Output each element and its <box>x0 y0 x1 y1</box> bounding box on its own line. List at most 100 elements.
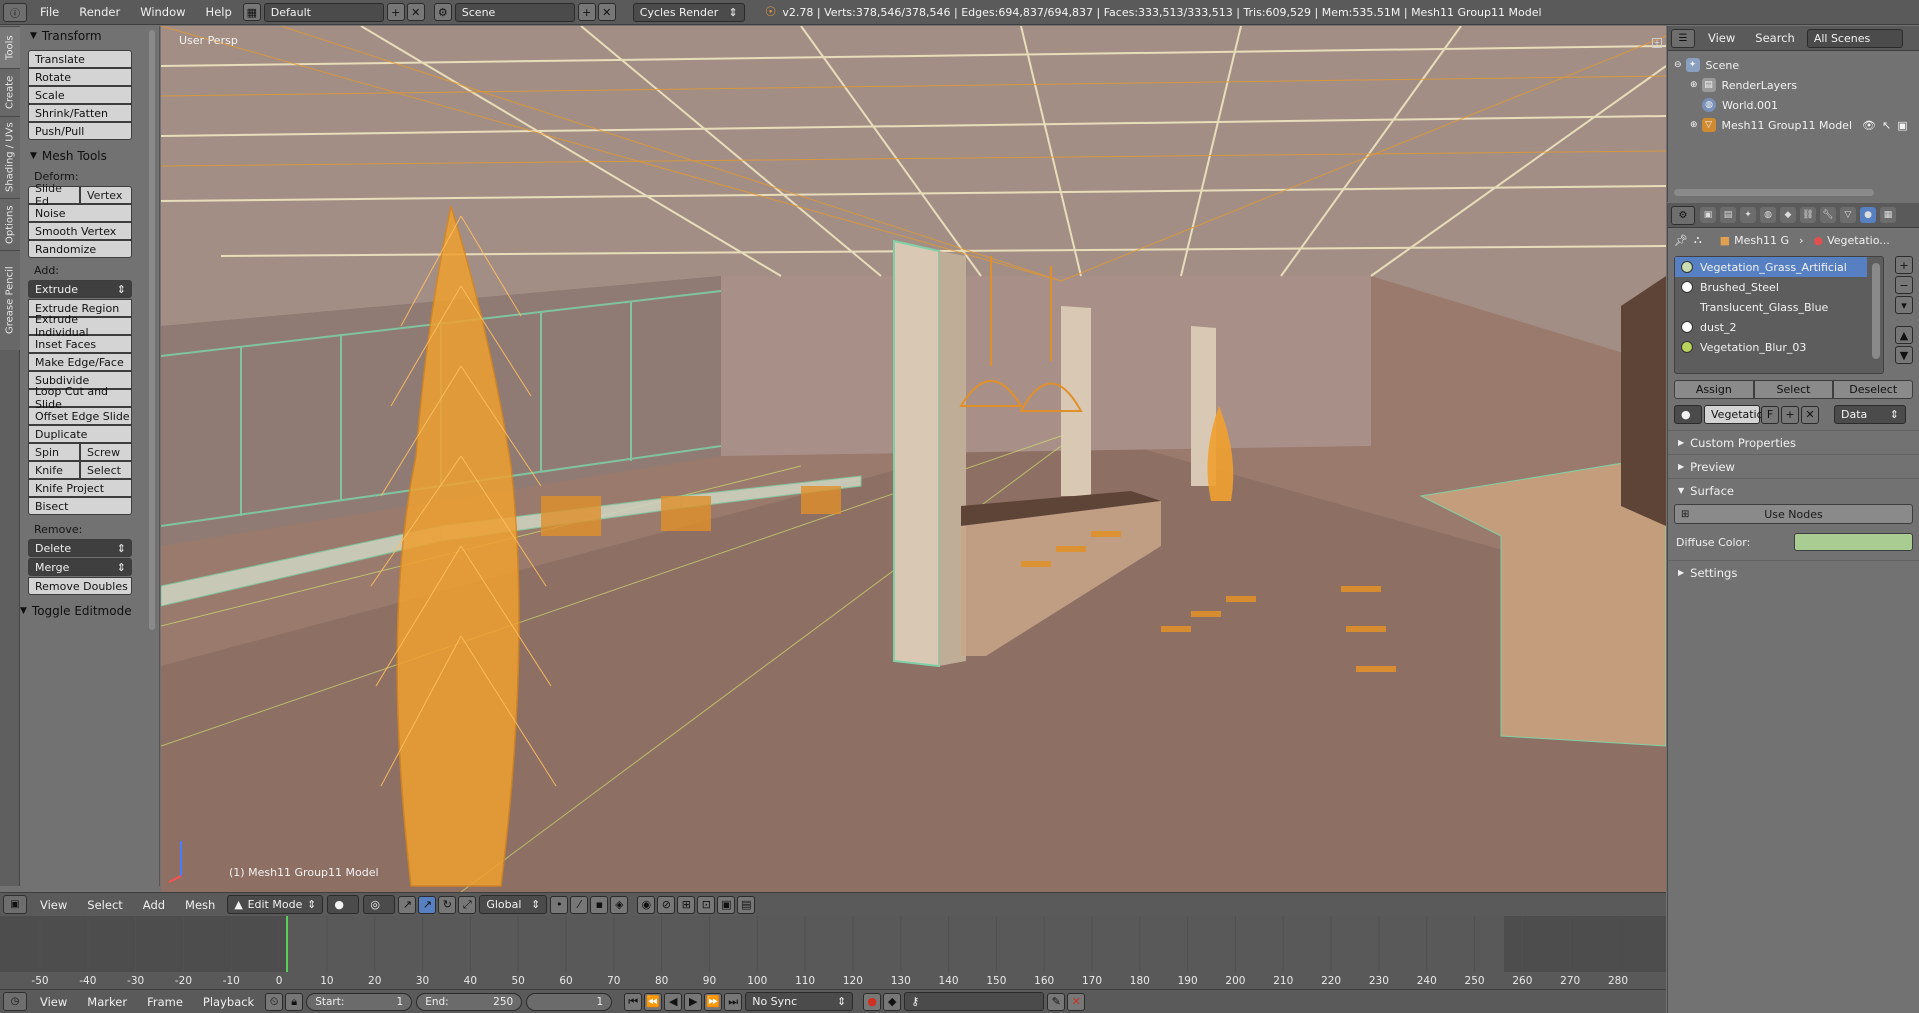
jump-keyframe-forward-icon[interactable]: ⏩ <box>704 992 723 1011</box>
toggle-editmode-panel-header[interactable]: ▼ Toggle Editmode <box>20 601 159 621</box>
render-engine-dropdown[interactable]: Cycles Render ⇕ <box>632 2 745 22</box>
menu-window[interactable]: Window <box>130 5 195 19</box>
assign-button[interactable]: Assign <box>1674 380 1754 399</box>
snap-target-icon[interactable]: ⊡ <box>697 895 716 914</box>
smooth-vertex-button[interactable]: Smooth Vertex <box>28 222 132 240</box>
opengl-render-icon[interactable]: ▣ <box>717 895 736 914</box>
tab-shading-uvs[interactable]: Shading / UVs <box>0 116 20 198</box>
outliner-item-world[interactable]: ◍ World.001 <box>1668 95 1919 115</box>
outliner-display-mode-dropdown[interactable]: All Scenes <box>1806 28 1903 48</box>
transform-panel-header[interactable]: ▼ Transform <box>20 26 159 46</box>
outliner-menu-search[interactable]: Search <box>1745 31 1805 45</box>
menu-file[interactable]: File <box>30 5 69 19</box>
snap-toggle-icon[interactable]: ⊘ <box>657 895 676 914</box>
outliner-item-mesh-object[interactable]: ⊕ ▽ Mesh11 Group11 Model 👁︎ ↖ ▣ <box>1668 115 1919 135</box>
add-material-slot-icon[interactable]: + <box>1895 256 1913 274</box>
layout-add-icon[interactable]: + <box>386 3 405 21</box>
settings-panel[interactable]: ▶ Settings <box>1668 560 1919 584</box>
outliner-menu-view[interactable]: View <box>1698 31 1745 45</box>
menu-timeline-view[interactable]: View <box>30 995 77 1009</box>
rotate-button[interactable]: Rotate <box>28 68 132 86</box>
record-keyframe-icon[interactable]: ● <box>863 992 882 1011</box>
remove-material-slot-icon[interactable]: − <box>1895 276 1913 294</box>
object-tab-icon[interactable]: ◆ <box>1780 207 1796 223</box>
slide-vertex-button[interactable]: Vertex <box>80 186 132 204</box>
insert-keyframe-icon[interactable]: ✎ <box>1047 992 1066 1011</box>
end-frame-field[interactable]: End: 250 <box>416 992 523 1011</box>
viewport-shading-dropdown[interactable]: ● <box>327 895 360 914</box>
material-slot-item[interactable]: Vegetation_Grass_Artificial <box>1675 257 1867 277</box>
bisect-button[interactable]: Bisect <box>28 497 132 515</box>
duplicate-button[interactable]: Duplicate <box>28 425 132 443</box>
data-tab-icon[interactable]: ▽ <box>1840 207 1856 223</box>
material-list-scrollbar[interactable] <box>1872 263 1880 359</box>
menu-view[interactable]: View <box>30 898 77 912</box>
custom-properties-panel[interactable]: ▶ Custom Properties <box>1668 430 1919 454</box>
renderability-camera-icon[interactable]: ▣ <box>1897 119 1907 132</box>
viewport-expand-icon[interactable]: + <box>1652 38 1662 48</box>
slide-edge-button[interactable]: Slide Ed <box>28 182 80 208</box>
editor-type-outliner-icon[interactable]: ☰ <box>1671 28 1695 48</box>
proportional-edit-icon[interactable]: ◉ <box>637 895 656 914</box>
extrude-dropdown[interactable]: Extrude ⇕ <box>28 280 132 298</box>
remove-doubles-button[interactable]: Remove Doubles <box>28 577 132 595</box>
manipulator-toggle-icon[interactable]: ↗ <box>398 895 417 914</box>
spin-button[interactable]: Spin <box>28 443 80 461</box>
preview-range-icon[interactable]: ⏲ <box>265 992 284 1011</box>
start-frame-field[interactable]: Start: 1 <box>306 992 413 1011</box>
fake-user-button[interactable]: F <box>1761 405 1779 424</box>
outliner-item-renderlayers[interactable]: ⊕ ▤ RenderLayers <box>1668 75 1919 95</box>
make-edge-face-button[interactable]: Make Edge/Face <box>28 353 132 371</box>
rotate-manipulator-icon[interactable]: ↻ <box>438 895 457 914</box>
surface-panel[interactable]: ▼ Surface <box>1668 478 1919 502</box>
extrude-individual-button[interactable]: Extrude Individual <box>28 313 132 339</box>
scene-add-icon[interactable]: + <box>577 3 596 21</box>
menu-playback[interactable]: Playback <box>193 995 264 1009</box>
editor-type-properties-icon[interactable]: ⚙ <box>1671 205 1695 225</box>
render-layers-tab-icon[interactable]: ▤ <box>1720 207 1736 223</box>
menu-render[interactable]: Render <box>69 5 130 19</box>
material-name-field[interactable]: Vegetatio <box>1704 405 1763 424</box>
preview-panel[interactable]: ▶ Preview <box>1668 454 1919 478</box>
material-link-dropdown[interactable]: Data ⇕ <box>1834 405 1906 424</box>
editor-type-timeline-icon[interactable]: ◷ <box>3 992 27 1011</box>
material-slot-item[interactable]: Vegetation_Blur_03 <box>1675 337 1883 357</box>
loop-cut-slide-button[interactable]: Loop Cut and Slide <box>28 385 132 411</box>
tab-tools[interactable]: Tools <box>0 26 20 68</box>
randomize-button[interactable]: Randomize <box>28 240 132 258</box>
lock-range-icon[interactable]: 🔒︎ <box>285 992 304 1011</box>
edge-select-icon[interactable]: ⁄ <box>570 895 589 914</box>
snap-element-icon[interactable]: ⊞ <box>677 895 696 914</box>
tool-shelf-scrollbar[interactable] <box>149 30 155 630</box>
scene-browse-icon[interactable]: ⚙ <box>433 3 452 21</box>
push-pull-button[interactable]: Push/Pull <box>28 122 132 140</box>
jump-keyframe-back-icon[interactable]: ⏪ <box>644 992 663 1011</box>
scene-tab-icon[interactable]: ✦ <box>1740 207 1756 223</box>
browse-material-icon[interactable]: ● <box>1674 405 1702 424</box>
pivot-point-dropdown[interactable]: ◎ <box>363 895 396 914</box>
scale-button[interactable]: Scale <box>28 86 132 104</box>
layout-browse-icon[interactable]: ▦ <box>242 3 261 21</box>
knife-project-button[interactable]: Knife Project <box>28 479 132 497</box>
select-button[interactable]: Select <box>1753 380 1834 399</box>
limit-selection-icon[interactable]: ◈ <box>610 895 629 914</box>
material-slot-item[interactable]: dust_2 <box>1675 317 1883 337</box>
knife-select-button[interactable]: Select <box>80 461 132 479</box>
scale-manipulator-icon[interactable]: ⤢ <box>458 895 477 914</box>
jump-start-icon[interactable]: ⏮ <box>624 992 643 1011</box>
layout-selector[interactable]: Default <box>263 2 384 22</box>
face-select-icon[interactable]: ▪ <box>590 895 609 914</box>
world-tab-icon[interactable]: ◍ <box>1760 207 1776 223</box>
current-frame-field[interactable]: 1 <box>526 992 613 1011</box>
use-nodes-button[interactable]: ⊞ Use Nodes <box>1674 504 1913 524</box>
mesh-tools-panel-header[interactable]: ▼ Mesh Tools <box>20 146 159 166</box>
delete-dropdown[interactable]: Delete ⇕ <box>28 539 132 557</box>
material-slot-list[interactable]: Vegetation_Grass_Artificial Brushed_Stee… <box>1674 256 1884 374</box>
opengl-animation-icon[interactable]: ▤ <box>737 895 756 914</box>
move-slot-up-icon[interactable]: ▲ <box>1895 326 1913 344</box>
scene-selector[interactable]: Scene <box>454 2 575 22</box>
material-slot-item[interactable]: Brushed_Steel <box>1675 277 1883 297</box>
menu-select[interactable]: Select <box>77 898 132 912</box>
texture-tab-icon[interactable]: ▦ <box>1880 207 1896 223</box>
keying-set-field[interactable]: ⚷ <box>904 992 1045 1011</box>
